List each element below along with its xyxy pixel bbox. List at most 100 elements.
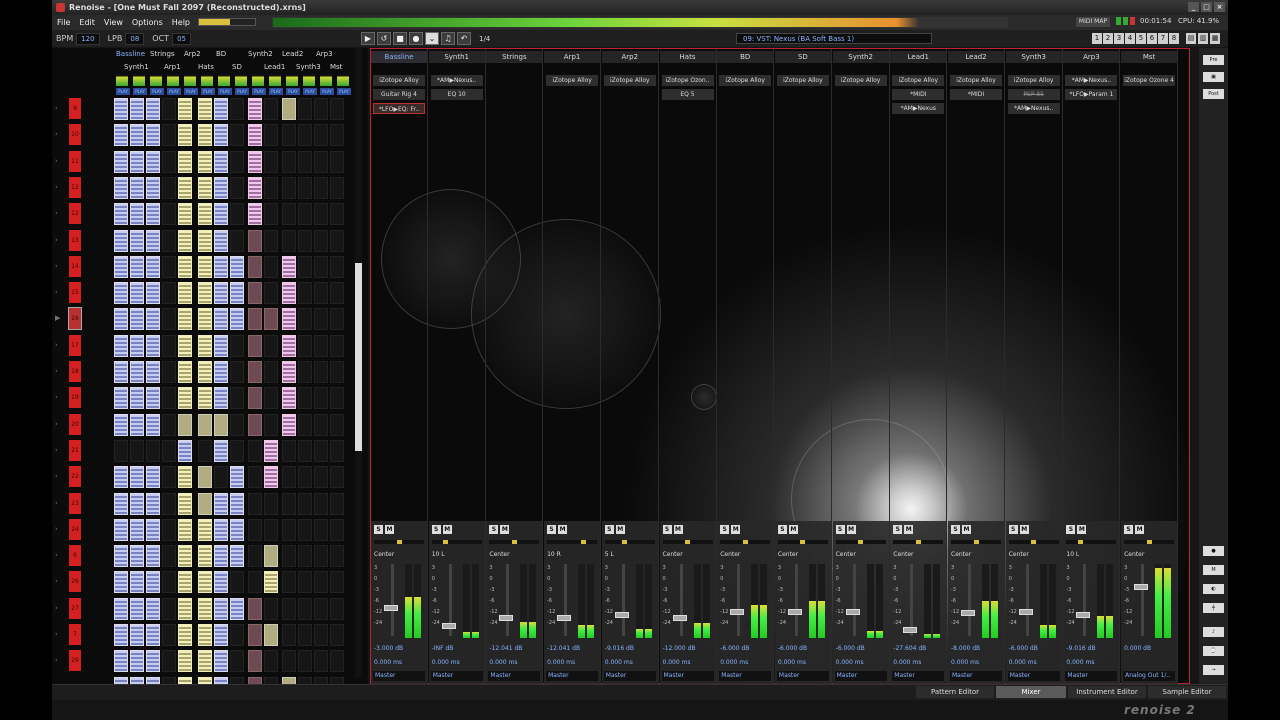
- pm-play-button[interactable]: PLAY: [286, 88, 300, 95]
- mixer-track-header[interactable]: SD: [774, 51, 831, 63]
- pattern-slot[interactable]: [264, 650, 278, 673]
- volume-value[interactable]: -6.000 dB: [720, 645, 749, 652]
- pattern-slot[interactable]: [282, 650, 296, 673]
- pattern-slot[interactable]: [330, 624, 344, 646]
- dsp-device[interactable]: *AM▶Nexus..: [430, 75, 483, 86]
- sequence-slot[interactable]: 27: [69, 597, 81, 619]
- mute-icon[interactable]: M: [1203, 565, 1224, 575]
- pattern-slot[interactable]: [230, 229, 244, 252]
- pattern-slot[interactable]: [114, 255, 128, 278]
- output-routing-select[interactable]: Master: [1007, 671, 1060, 681]
- pattern-slot[interactable]: [162, 308, 176, 331]
- volume-fader-knob[interactable]: [730, 608, 745, 615]
- mixer-track-header[interactable]: Hats: [659, 51, 716, 63]
- track-num-1[interactable]: 1: [1092, 33, 1102, 44]
- volume-fader-track[interactable]: [968, 564, 971, 636]
- pattern-slot[interactable]: [282, 545, 296, 568]
- mute-button[interactable]: M: [385, 525, 394, 534]
- pattern-slot[interactable]: [178, 203, 192, 226]
- pattern-slot[interactable]: [130, 387, 144, 410]
- pattern-slot[interactable]: [298, 650, 312, 673]
- dsp-icon[interactable]: ▣: [1203, 72, 1224, 82]
- menu-file[interactable]: File: [57, 18, 70, 27]
- follow-button[interactable]: ⌄: [425, 32, 439, 45]
- pattern-slot[interactable]: [314, 413, 328, 436]
- pattern-slot[interactable]: [282, 176, 296, 199]
- pm-track-header[interactable]: Synth1: [124, 63, 149, 71]
- pan-slider[interactable]: [604, 540, 655, 544]
- pattern-slot[interactable]: [162, 650, 176, 673]
- pattern-slot[interactable]: [314, 466, 328, 489]
- record-button[interactable]: ●: [409, 32, 423, 45]
- pattern-slot[interactable]: [130, 624, 144, 646]
- pattern-slot[interactable]: [282, 334, 296, 357]
- pattern-slot[interactable]: [330, 518, 344, 541]
- pattern-slot[interactable]: [214, 203, 228, 226]
- solo-button[interactable]: S: [489, 525, 499, 534]
- volume-fader-track[interactable]: [737, 564, 741, 636]
- volume-fader-knob[interactable]: [672, 615, 687, 622]
- pattern-slot[interactable]: [248, 334, 262, 357]
- pm-play-button[interactable]: PLAY: [252, 88, 266, 95]
- pattern-slot[interactable]: [330, 229, 344, 252]
- pattern-slot[interactable]: [264, 597, 278, 620]
- pattern-slot[interactable]: [130, 124, 144, 147]
- pan-knob[interactable]: [1077, 540, 1083, 544]
- pattern-slot[interactable]: [298, 282, 312, 305]
- solo-button[interactable]: S: [547, 525, 557, 534]
- pattern-slot[interactable]: [248, 229, 262, 252]
- solo-button[interactable]: S: [777, 525, 787, 534]
- tab-pattern-editor[interactable]: Pattern Editor: [916, 686, 994, 698]
- pattern-slot[interactable]: [114, 650, 128, 673]
- pattern-slot[interactable]: [230, 466, 244, 489]
- solo-button[interactable]: S: [374, 525, 383, 534]
- pm-play-button[interactable]: PLAY: [133, 88, 147, 95]
- sequence-slot[interactable]: 24: [69, 518, 81, 540]
- pattern-slot[interactable]: [248, 150, 262, 173]
- pattern-slot[interactable]: [282, 518, 296, 541]
- pattern-slot[interactable]: [146, 597, 160, 620]
- volume-fader-knob[interactable]: [384, 604, 398, 611]
- pattern-slot[interactable]: [114, 571, 128, 594]
- pm-play-button[interactable]: PLAY: [201, 88, 215, 95]
- pattern-slot[interactable]: [162, 361, 176, 383]
- pattern-slot[interactable]: [330, 176, 344, 199]
- pattern-slot[interactable]: [330, 597, 344, 620]
- pattern-slot[interactable]: [198, 308, 212, 331]
- pattern-slot[interactable]: [146, 334, 160, 357]
- pattern-slot[interactable]: [198, 361, 212, 383]
- pattern-slot[interactable]: [248, 466, 262, 489]
- mute-button[interactable]: M: [846, 525, 856, 534]
- pattern-slot[interactable]: [264, 571, 278, 594]
- pattern-slot[interactable]: [248, 124, 262, 147]
- pattern-slot[interactable]: [314, 98, 328, 120]
- sequence-slot[interactable]: 26: [69, 571, 81, 593]
- mixer-track-header[interactable]: BD: [717, 51, 774, 63]
- pm-play-button[interactable]: PLAY: [320, 88, 334, 95]
- pan-icon[interactable]: ◐: [1203, 584, 1224, 594]
- solo-button[interactable]: S: [1124, 525, 1134, 534]
- mixer-track-header[interactable]: Strings: [486, 51, 543, 63]
- pattern-slot[interactable]: [178, 334, 192, 357]
- volume-fader-track[interactable]: [564, 564, 568, 636]
- mute-button[interactable]: M: [673, 525, 683, 534]
- pattern-slot[interactable]: [130, 413, 144, 436]
- pattern-slot[interactable]: [314, 334, 328, 357]
- tab-instrument-editor[interactable]: Instrument Editor: [1068, 686, 1146, 698]
- pattern-slot[interactable]: [162, 124, 176, 147]
- pan-knob[interactable]: [621, 540, 627, 544]
- pm-track-header[interactable]: Strings: [150, 50, 175, 58]
- pattern-slot[interactable]: [248, 203, 262, 226]
- mute-button[interactable]: M: [962, 525, 971, 534]
- menu-edit[interactable]: Edit: [79, 18, 95, 27]
- pattern-slot[interactable]: [298, 597, 312, 620]
- pattern-slot[interactable]: [146, 98, 160, 120]
- pattern-slot[interactable]: [198, 492, 212, 515]
- pattern-slot[interactable]: [314, 597, 328, 620]
- pattern-slot[interactable]: [230, 597, 244, 620]
- sequence-slot[interactable]: 15: [69, 282, 81, 304]
- pan-slider[interactable]: [547, 540, 598, 544]
- pattern-slot[interactable]: [230, 387, 244, 410]
- track-num-6[interactable]: 6: [1147, 33, 1157, 44]
- volume-fader-track[interactable]: [679, 564, 683, 636]
